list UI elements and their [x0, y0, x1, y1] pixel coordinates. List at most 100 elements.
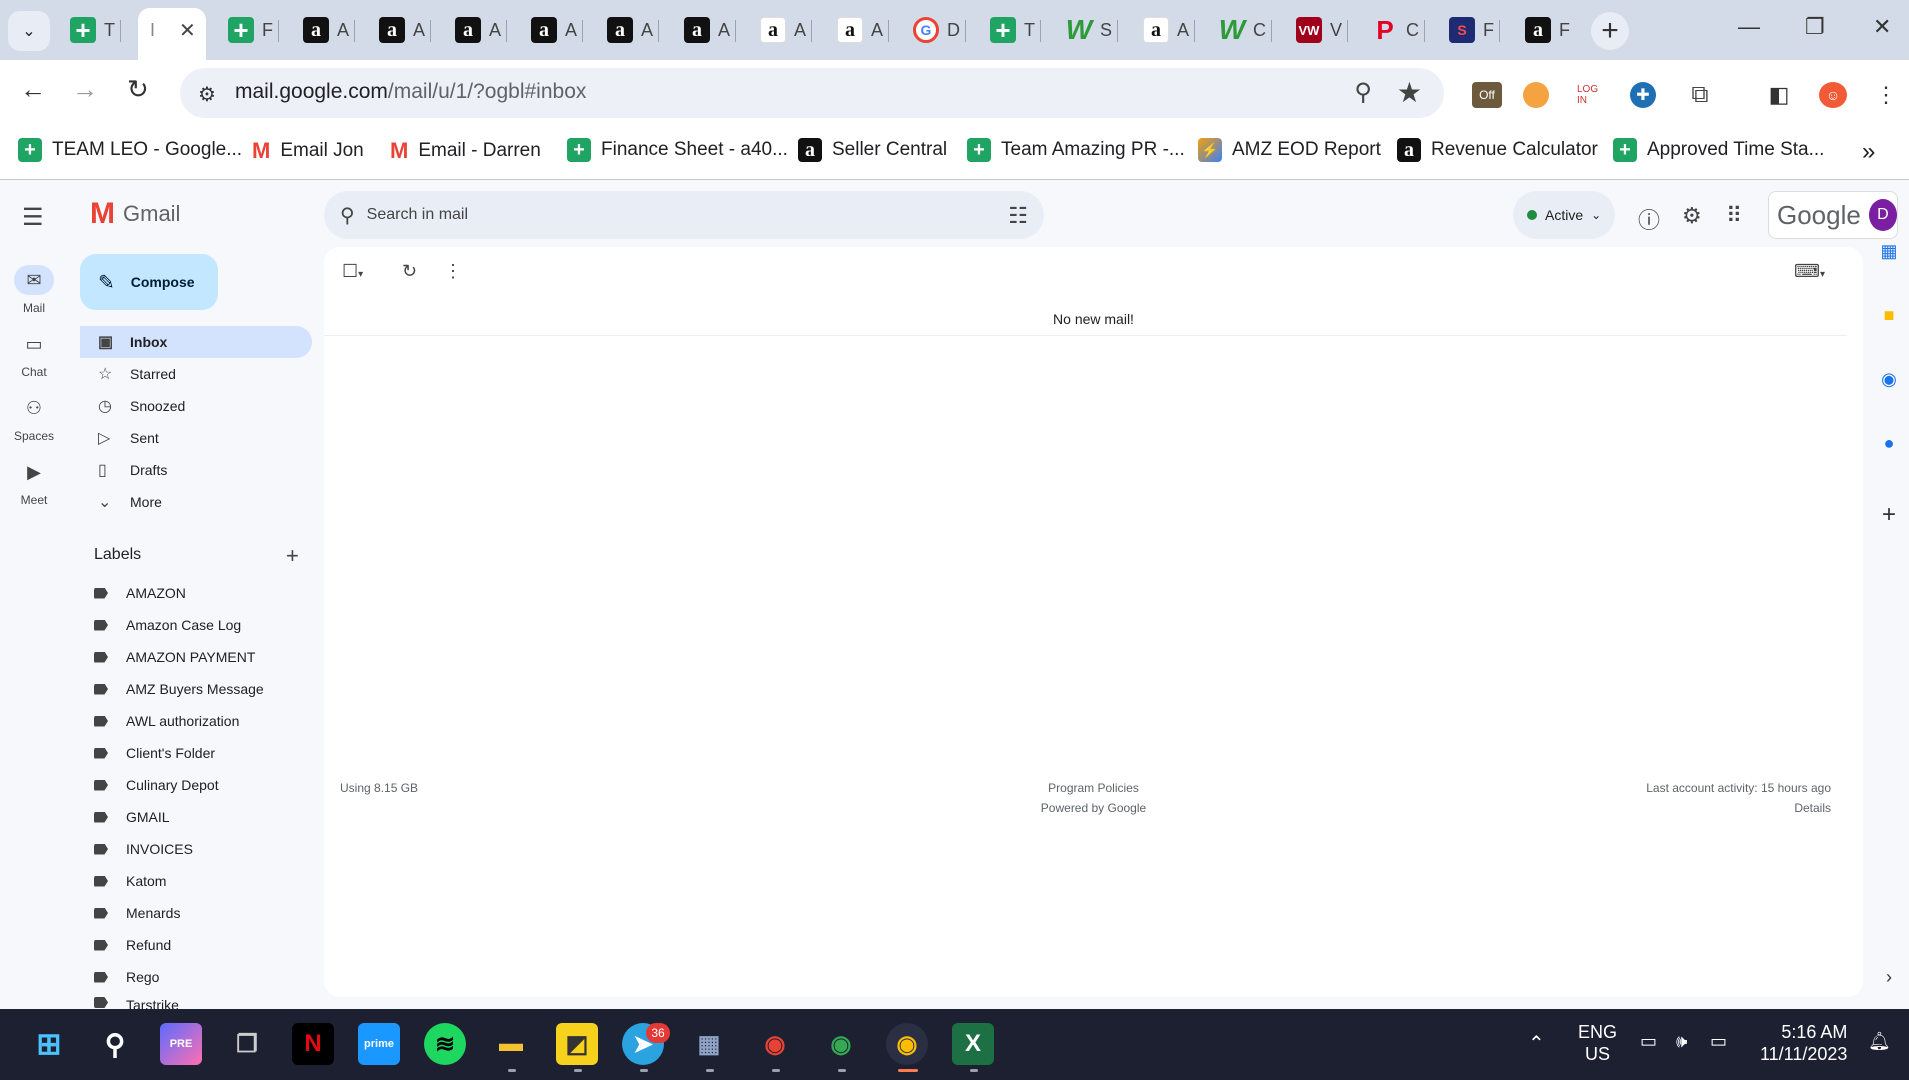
nav-inbox[interactable]: ▣ Inbox: [80, 326, 312, 358]
browser-tab[interactable]: aA: [531, 14, 584, 46]
restore-icon[interactable]: ❐: [1805, 14, 1825, 40]
label-item[interactable]: Refund: [94, 933, 171, 957]
label-item[interactable]: AWL authorization: [94, 709, 239, 733]
browser-tab-active[interactable]: I ✕: [150, 14, 196, 46]
spotify-icon[interactable]: ≋: [424, 1023, 466, 1065]
rail-spaces[interactable]: ⚇ Spaces: [0, 393, 68, 443]
browser-tab[interactable]: VW V: [1296, 14, 1349, 46]
bookmark-item[interactable]: ⚡ AMZ EOD Report: [1198, 138, 1381, 162]
task-view-icon[interactable]: ❐: [226, 1023, 268, 1065]
file-explorer-icon[interactable]: ▬: [490, 1023, 532, 1065]
browser-tab[interactable]: + T: [990, 14, 1041, 46]
browser-tab[interactable]: aA: [303, 14, 356, 46]
sticky-notes-icon[interactable]: ◩: [556, 1023, 598, 1065]
zoom-icon[interactable]: ⚲: [1354, 78, 1372, 107]
account-switcher[interactable]: Google D: [1768, 191, 1898, 239]
side-panel-icon[interactable]: ◧: [1766, 82, 1792, 108]
label-item[interactable]: Menards: [94, 901, 180, 925]
add-label-icon[interactable]: +: [286, 543, 299, 569]
address-bar[interactable]: ⚙ mail.google.com/mail/u/1/?ogbl#inbox ⚲…: [180, 68, 1444, 118]
browser-tab[interactable]: GD: [913, 14, 966, 46]
browser-tab[interactable]: + F: [228, 14, 279, 46]
menu-kebab-icon[interactable]: ⋮: [1875, 82, 1897, 108]
bookmark-item[interactable]: + Approved Time Sta...: [1613, 138, 1824, 162]
bookmark-item[interactable]: a Seller Central: [798, 138, 947, 162]
gmail-logo[interactable]: M Gmail: [90, 197, 180, 231]
volume-icon[interactable]: 🕪: [1676, 1031, 1687, 1052]
nav-starred[interactable]: ☆ Starred: [80, 358, 312, 390]
prime-video-icon[interactable]: prime: [358, 1023, 400, 1065]
browser-tab[interactable]: aF: [1525, 14, 1570, 46]
bookmark-item[interactable]: + Finance Sheet - a40...: [567, 138, 788, 162]
netflix-icon[interactable]: N: [292, 1023, 334, 1065]
chrome-icon[interactable]: ◉: [754, 1023, 796, 1065]
details-link[interactable]: Details: [1794, 801, 1831, 815]
extension-off-icon[interactable]: Off: [1472, 82, 1502, 108]
bookmark-item[interactable]: + TEAM LEO - Google...: [18, 138, 242, 162]
select-checkbox-icon[interactable]: ☐▾: [342, 261, 363, 282]
tab-search-button[interactable]: ⌄: [8, 11, 50, 51]
label-item[interactable]: INVOICES: [94, 837, 193, 861]
browser-tab[interactable]: aA: [455, 14, 508, 46]
extension-orange-icon[interactable]: [1523, 82, 1549, 108]
label-item[interactable]: Rego: [94, 965, 159, 989]
browser-tab[interactable]: SF: [1449, 14, 1500, 46]
add-app-icon[interactable]: +: [1876, 501, 1902, 528]
login-extension-icon[interactable]: LOG IN: [1577, 82, 1605, 108]
nav-snoozed[interactable]: ◷ Snoozed: [80, 390, 312, 422]
url-text[interactable]: mail.google.com/mail/u/1/?ogbl#inbox: [235, 80, 586, 104]
excel-icon[interactable]: X: [952, 1023, 994, 1065]
bookmark-item[interactable]: a Revenue Calculator: [1397, 138, 1598, 162]
reload-icon[interactable]: ↻: [127, 74, 149, 105]
label-item[interactable]: Katom: [94, 869, 166, 893]
label-item[interactable]: AMAZON PAYMENT: [94, 645, 255, 669]
status-selector[interactable]: Active ⌄: [1513, 191, 1615, 239]
browser-tab[interactable]: WS: [1066, 14, 1119, 46]
search-options-icon[interactable]: ☷: [1008, 203, 1028, 229]
nav-more[interactable]: ⌄ More: [80, 486, 312, 518]
more-bookmarks-icon[interactable]: »: [1862, 138, 1875, 166]
chrome-icon[interactable]: ◉: [886, 1023, 928, 1065]
calendar-icon[interactable]: ▦: [1876, 241, 1902, 267]
calculator-icon[interactable]: ▦: [688, 1023, 730, 1065]
search-bar[interactable]: ⚲ Search in mail ☷: [324, 191, 1044, 239]
browser-tab[interactable]: PC: [1372, 14, 1425, 46]
minimize-icon[interactable]: —: [1738, 14, 1760, 40]
label-item[interactable]: Client's Folder: [94, 741, 215, 765]
tray-overflow-icon[interactable]: ⌃: [1528, 1031, 1545, 1056]
site-settings-icon[interactable]: ⚙: [198, 82, 216, 107]
network-icon[interactable]: ▭: [1640, 1031, 1657, 1052]
rail-mail[interactable]: ✉ Mail: [0, 265, 68, 315]
collapse-panel-icon[interactable]: ›: [1876, 967, 1902, 993]
close-window-icon[interactable]: ✕: [1873, 14, 1891, 40]
extensions-puzzle-icon[interactable]: ⧉: [1686, 81, 1714, 108]
bookmark-item[interactable]: M Email Jon: [252, 138, 364, 164]
language-indicator[interactable]: ENG US: [1578, 1021, 1617, 1065]
rail-meet[interactable]: ▶ Meet: [0, 457, 68, 507]
windows-start-icon[interactable]: ⊞: [28, 1023, 70, 1065]
settings-gear-icon[interactable]: ⚙: [1682, 203, 1702, 229]
browser-tab[interactable]: + T: [70, 14, 121, 46]
rail-chat[interactable]: ▭ Chat: [0, 329, 68, 379]
forward-icon[interactable]: →: [72, 74, 98, 105]
bookmark-star-icon[interactable]: ★: [1397, 76, 1422, 109]
input-tools-icon[interactable]: ⌨▾: [1794, 261, 1825, 282]
refresh-icon[interactable]: ↻: [402, 261, 417, 282]
nav-sent[interactable]: ▷ Sent: [80, 422, 312, 454]
notification-bell-icon[interactable]: 🔔︎: [1868, 1031, 1891, 1052]
label-item[interactable]: Culinary Depot: [94, 773, 219, 797]
browser-tab[interactable]: aA: [837, 14, 890, 46]
search-input[interactable]: Search in mail: [367, 206, 468, 224]
browser-tab[interactable]: aA: [379, 14, 432, 46]
browser-tab[interactable]: WC: [1219, 14, 1272, 46]
label-item[interactable]: AMZ Buyers Message: [94, 677, 264, 701]
back-icon[interactable]: ←: [20, 74, 46, 105]
battery-icon[interactable]: ▭: [1710, 1031, 1727, 1052]
search-icon[interactable]: ⚲: [94, 1023, 136, 1065]
compose-button[interactable]: ✎ Compose: [80, 254, 218, 310]
program-policies-link[interactable]: Program Policies: [324, 781, 1863, 795]
browser-tab[interactable]: aA: [1143, 14, 1196, 46]
tasks-icon[interactable]: ◉: [1876, 369, 1902, 395]
browser-tab[interactable]: aA: [760, 14, 813, 46]
profile-avatar-icon[interactable]: ☺: [1819, 82, 1847, 108]
